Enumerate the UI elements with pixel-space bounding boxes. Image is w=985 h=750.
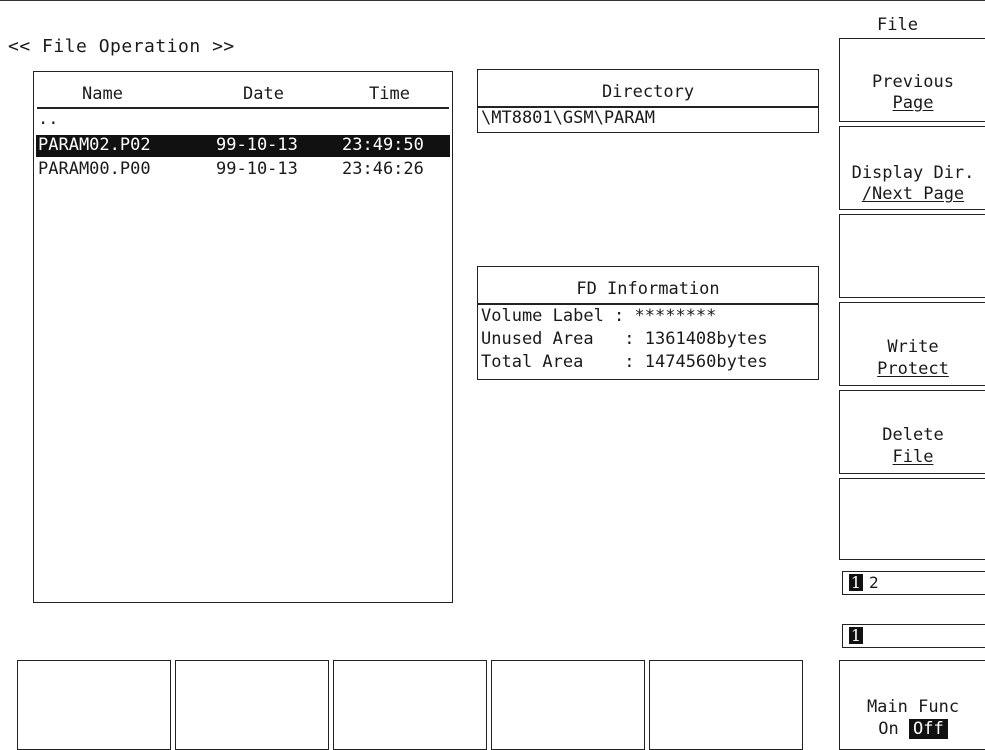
fd-information-divider — [478, 303, 818, 305]
main-func-on-off: On Off — [840, 719, 985, 739]
current-page-number: 1 — [849, 573, 863, 592]
function-key-5[interactable] — [649, 660, 803, 750]
write-protect-label-line2: Protect — [877, 359, 949, 379]
top-border-line — [0, 0, 985, 1]
delete-file-button[interactable]: Delete File — [839, 390, 985, 474]
menu-level-indicator: 1 — [842, 624, 985, 648]
fd-information-panel: FD Information Volume Label : ******** U… — [477, 266, 819, 380]
file-name: PARAM00.P00 — [38, 159, 151, 179]
volume-label-line: Volume Label : ******** — [481, 306, 717, 326]
blank-softkey-3[interactable] — [839, 214, 985, 298]
display-dir-label-line2: /Next Page — [861, 184, 965, 204]
main-func-label: Main Func — [866, 697, 960, 717]
softkey-page-indicator: 1 2 — [842, 571, 985, 595]
file-row[interactable]: PARAM00.P00 99-10-13 23:46:26 — [36, 159, 450, 181]
total-area-line: Total Area : 1474560bytes — [481, 352, 768, 372]
directory-panel: Directory \MT8801\GSM\PARAM — [477, 69, 819, 133]
display-dir-label-line1: Display Dir. — [851, 163, 975, 183]
write-protect-label-line1: Write — [887, 337, 939, 357]
main-func-on-option: On — [878, 719, 899, 739]
file-date: 99-10-13 — [216, 135, 298, 155]
parent-directory-label: .. — [38, 109, 59, 129]
delete-file-label-line1: Delete — [882, 425, 944, 445]
header-divider — [37, 107, 449, 109]
page-title: << File Operation >> — [8, 36, 235, 57]
write-protect-button[interactable]: Write Protect — [839, 302, 985, 386]
main-func-off-option: Off — [909, 719, 948, 739]
menu-level-number: 1 — [849, 626, 863, 645]
directory-path: \MT8801\GSM\PARAM — [481, 108, 655, 128]
column-header-time: Time — [369, 84, 410, 104]
file-row-selected[interactable]: PARAM02.P02 99-10-13 23:49:50 — [36, 135, 450, 157]
main-func-toggle-button[interactable]: Main Func On Off — [839, 660, 985, 750]
softkey-menu-title: File — [877, 15, 918, 35]
file-time: 23:46:26 — [342, 159, 424, 179]
delete-file-label-line2: File — [892, 447, 934, 467]
file-time: 23:49:50 — [342, 135, 424, 155]
function-key-2[interactable] — [175, 660, 329, 750]
display-dir-next-page-button[interactable]: Display Dir. /Next Page — [839, 126, 985, 210]
parent-directory-entry[interactable]: .. — [36, 109, 450, 130]
file-date: 99-10-13 — [216, 159, 298, 179]
other-page-number[interactable]: 2 — [869, 572, 879, 594]
function-key-4[interactable] — [491, 660, 645, 750]
previous-page-label-line1: Previous — [872, 72, 954, 92]
function-key-1[interactable] — [17, 660, 171, 750]
directory-title: Directory — [601, 82, 695, 102]
file-name: PARAM02.P02 — [38, 135, 151, 155]
unused-area-line: Unused Area : 1361408bytes — [481, 329, 768, 349]
previous-page-label-line2: Page — [892, 93, 934, 113]
function-key-3[interactable] — [333, 660, 487, 750]
blank-softkey-6[interactable] — [839, 478, 985, 560]
file-list-panel: Name Date Time .. PARAM02.P02 99-10-13 2… — [33, 71, 453, 603]
column-header-name: Name — [82, 84, 123, 104]
column-header-date: Date — [243, 84, 284, 104]
fd-information-title: FD Information — [576, 279, 720, 299]
previous-page-button[interactable]: Previous Page — [839, 38, 985, 122]
